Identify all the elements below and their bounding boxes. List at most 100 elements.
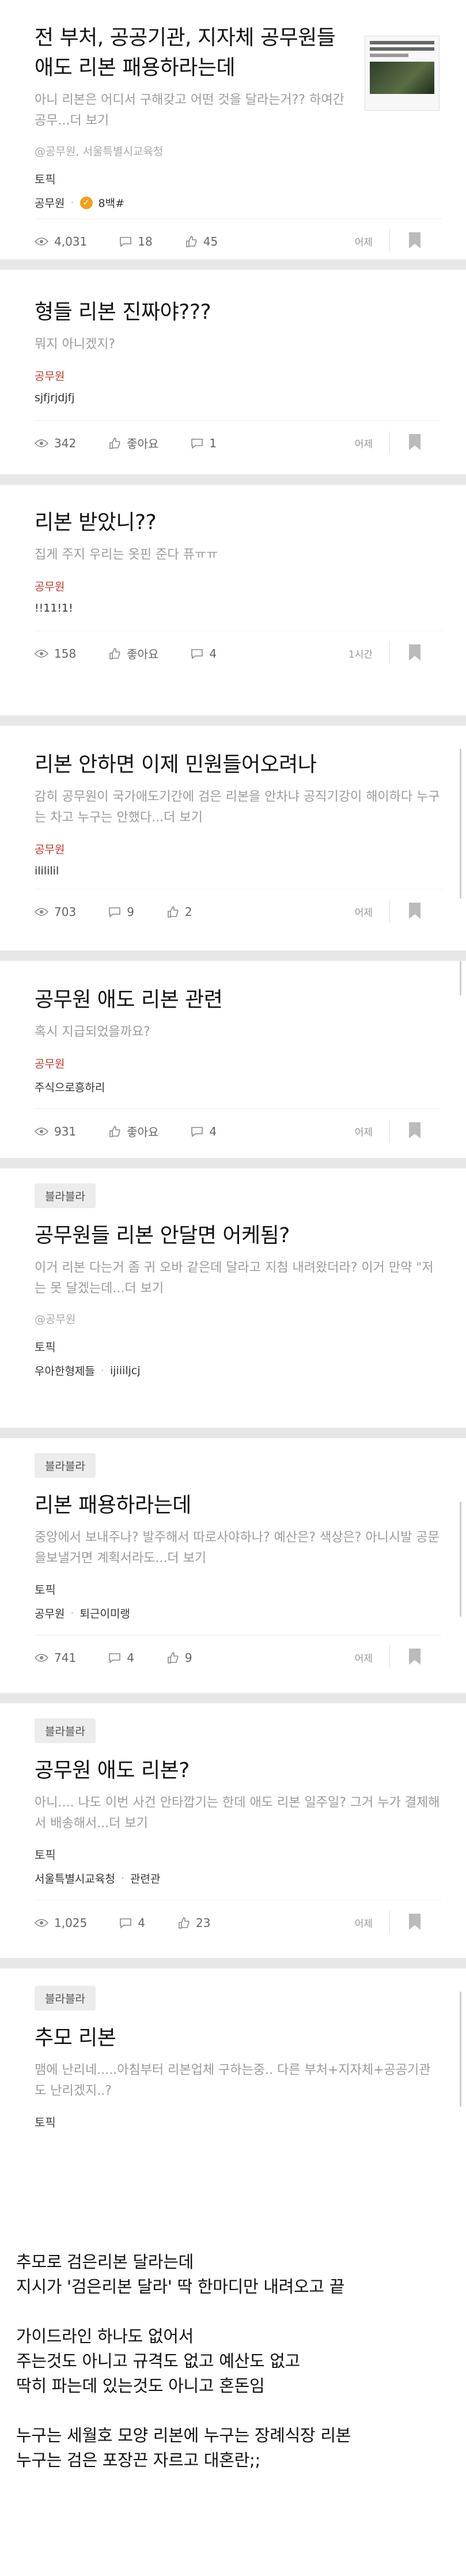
bookmark-icon[interactable] — [408, 902, 421, 919]
author-row: 공무원 · ✓ 8백# — [35, 195, 442, 210]
post-stats: 1,025 4 23 어제 — [35, 1900, 442, 1945]
like-count[interactable]: 45 — [185, 235, 218, 248]
post-title[interactable]: 리본 패용하라는데 — [35, 1491, 442, 1521]
comment-icon — [120, 236, 132, 247]
comment-count[interactable]: 4 — [108, 1651, 134, 1665]
eye-icon — [35, 1918, 48, 1927]
post-card[interactable]: 전 부처, 공공기관, 지자체 공무원들 애도 리본 패용하라는데 아니 리본은… — [0, 0, 466, 259]
author-nickname[interactable]: 서울특별시교육청 — [35, 1870, 115, 1886]
post-time: 어제 — [354, 1653, 373, 1665]
category-tag[interactable]: 블라블라 — [35, 1183, 96, 1208]
feed-divider — [0, 1158, 466, 1168]
spacer — [0, 1393, 466, 1428]
badge-icon: ✓ — [79, 196, 93, 209]
author-nickname-secondary[interactable]: 퇴근이미랭 — [80, 1605, 130, 1621]
bookmark-icon[interactable] — [408, 232, 421, 249]
author-category[interactable]: 공무원 — [35, 195, 65, 210]
author-nickname[interactable]: sjfjrjdjfj — [35, 391, 75, 404]
category-tag[interactable]: 블라블라 — [35, 1986, 96, 2011]
author-category[interactable]: 공무원 — [35, 1055, 442, 1071]
post-title[interactable]: 전 부처, 공공기관, 지자체 공무원들 애도 리본 패용하라는데 — [35, 23, 346, 83]
thumbs-up-icon — [185, 235, 197, 247]
author-nickname[interactable]: !!11!1! — [35, 602, 73, 614]
post-title[interactable]: 형들 리본 진짜야??? — [35, 297, 442, 327]
author-nickname[interactable]: ilililil — [35, 865, 59, 877]
comment-count[interactable]: 4 — [191, 1125, 217, 1138]
post-title[interactable]: 리본 안하면 이제 민원들어오려나 — [35, 750, 442, 780]
like-count-value: 9 — [184, 1650, 192, 1665]
thumbs-up-icon — [168, 906, 179, 918]
eye-icon — [35, 649, 48, 658]
post-stats: 158 좋아요 4 1시간 — [35, 631, 442, 676]
view-count: 931 — [35, 1125, 76, 1138]
author-category[interactable]: 공무원 — [35, 841, 442, 857]
post-thumbnail[interactable] — [365, 36, 440, 111]
like-count-value: 45 — [203, 234, 218, 248]
author-nickname-secondary[interactable]: ijiiiljcj — [110, 1364, 141, 1377]
post-card[interactable]: 블라블라 추모 리본 맴에 난리네.....아침부터 리본업체 구하는중.. 다… — [0, 1968, 466, 2234]
thumbnail-text-line — [370, 41, 434, 44]
author-row: sjfjrjdjfj — [35, 391, 442, 404]
post-card[interactable]: 블라블라 공무원들 리본 안달면 어케됨? 이거 리본 다는거 좀 귀 오바 같… — [0, 1168, 466, 1393]
author-nickname[interactable]: 공무원 — [35, 1605, 65, 1621]
feed-divider — [0, 1693, 466, 1703]
like-count[interactable]: 2 — [166, 905, 192, 919]
bookmark-icon[interactable] — [408, 1913, 421, 1930]
thumbs-up-icon — [109, 437, 120, 449]
comment-icon — [191, 438, 203, 449]
view-count: 703 — [35, 905, 76, 919]
post-title[interactable]: 공무원 애도 리본? — [35, 1756, 442, 1786]
author-row: 주식으로흥하리 — [35, 1079, 442, 1095]
caption-line: 지시가 '검은리본 달라' 딱 한마디만 내려오고 끝 — [16, 2277, 345, 2296]
post-title[interactable]: 공무원들 리본 안달면 어케됨? — [35, 1221, 442, 1251]
post-card[interactable]: 리본 받았니?? 집게 주지 우리는 옷핀 준다 퓨ㅠㅠ 공무원 !!11!1!… — [0, 485, 466, 681]
bookmark-icon[interactable] — [408, 1122, 421, 1139]
post-title[interactable]: 추모 리본 — [35, 2023, 442, 2053]
like-button[interactable]: 좋아요 — [108, 435, 158, 451]
bookmark-icon[interactable] — [408, 644, 421, 661]
comment-count[interactable]: 18 — [119, 235, 153, 248]
post-title[interactable]: 리본 받았니?? — [35, 508, 442, 538]
post-title[interactable]: 공무원 애도 리본 관련 — [35, 985, 442, 1015]
thumbs-up-icon — [179, 1917, 190, 1929]
eye-icon — [35, 1127, 48, 1136]
comment-count[interactable]: 4 — [191, 647, 217, 661]
like-label: 좋아요 — [127, 647, 159, 661]
post-card[interactable]: 블라블라 공무원 애도 리본? 아니.... 나도 이번 사건 안타깝기는 한데… — [0, 1703, 466, 1958]
like-button[interactable]: 좋아요 — [108, 1123, 158, 1140]
view-count: 741 — [35, 1651, 76, 1665]
post-stats: 4,031 18 45 어제 — [35, 218, 442, 263]
author-row: ilililil — [35, 865, 442, 877]
author-category[interactable]: 공무원 — [35, 368, 442, 383]
category-tag[interactable]: 블라블라 — [35, 1718, 96, 1743]
comment-count[interactable]: 1 — [191, 436, 217, 450]
author-nickname-secondary[interactable]: 관련관 — [130, 1870, 160, 1886]
post-card[interactable]: 블라블라 리본 패용하라는데 중앙에서 보내주나? 발주해서 따로사야하나? 예… — [0, 1438, 466, 1693]
comment-icon — [191, 1126, 203, 1137]
thumbs-up-icon — [168, 1651, 179, 1664]
author-nickname[interactable]: 우아한형제들 — [35, 1363, 95, 1378]
comment-count[interactable]: 4 — [119, 1916, 145, 1930]
author-category[interactable]: 공무원 — [35, 578, 442, 594]
post-card[interactable]: 리본 안하면 이제 민원들어오려나 감히 공무원이 국가애도기간에 검은 리본을… — [0, 726, 466, 951]
comment-count[interactable]: 9 — [108, 905, 134, 919]
divider — [389, 642, 390, 665]
spacer — [0, 681, 466, 715]
bookmark-icon[interactable] — [408, 1648, 421, 1665]
post-stats: 342 좋아요 1 어제 — [35, 420, 442, 465]
caption-line: 딱히 파는데 있는것도 아니고 혼돈임 — [16, 2376, 265, 2396]
bookmark-icon[interactable] — [408, 433, 421, 451]
divider — [389, 1646, 390, 1669]
author-nickname[interactable]: 8백# — [98, 195, 125, 210]
author-nickname[interactable]: 주식으로흥하리 — [35, 1079, 105, 1095]
like-button[interactable]: 좋아요 — [108, 645, 158, 662]
post-sub-author: @공무원, 서울특별시교육청 — [35, 145, 164, 158]
post-card[interactable]: 공무원 애도 리본 관련 혹시 지급되었을까요? 공무원 주식으로흥하리 931… — [0, 961, 466, 1158]
category-tag[interactable]: 블라블라 — [35, 1453, 96, 1478]
post-sub-author: @공무원 — [35, 1313, 76, 1326]
like-count[interactable]: 23 — [177, 1916, 210, 1930]
post-card[interactable]: 형들 리본 진짜야??? 뭐지 아니겠지? 공무원 sjfjrjdjfj 342… — [0, 270, 466, 474]
thumbnail-text-line — [370, 54, 409, 57]
like-count[interactable]: 9 — [166, 1651, 192, 1665]
